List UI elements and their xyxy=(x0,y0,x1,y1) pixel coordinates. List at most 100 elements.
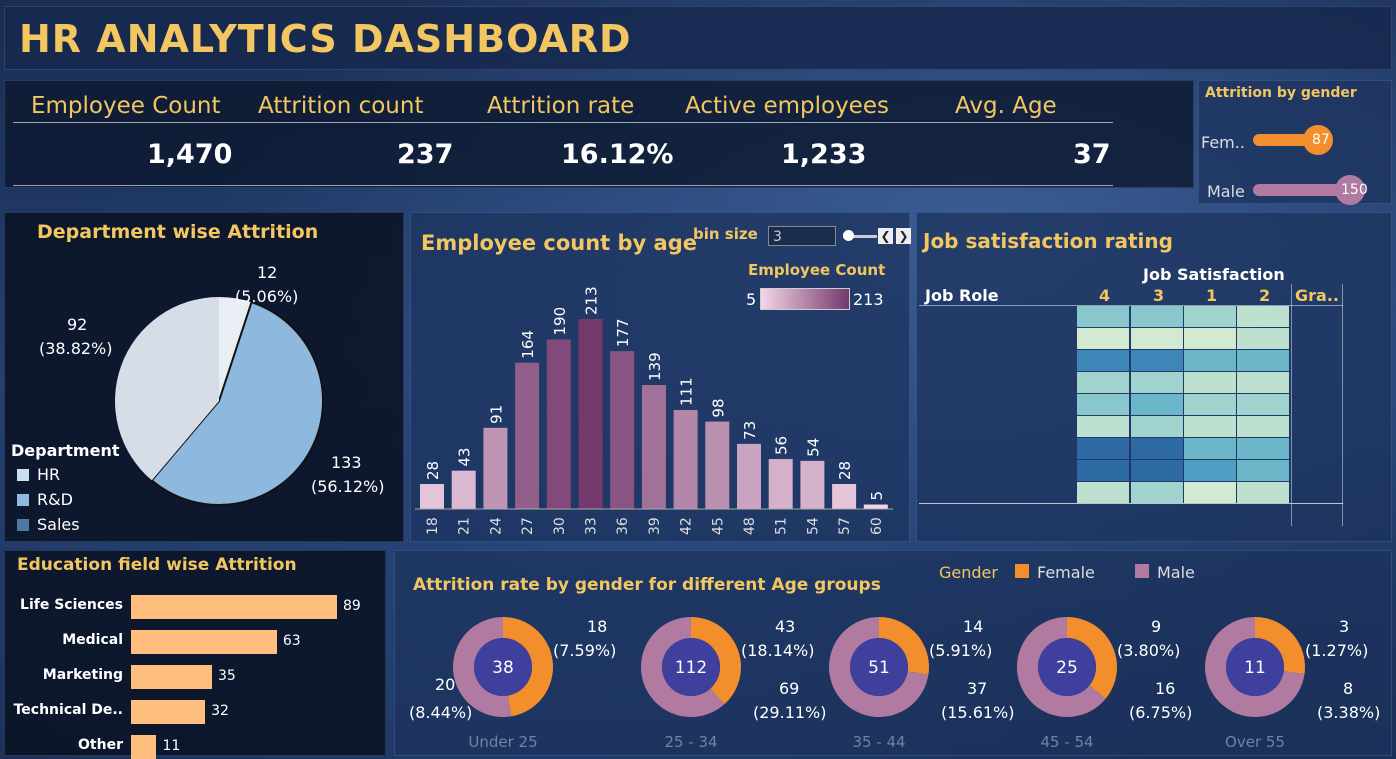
job-heat-cell[interactable] xyxy=(1237,416,1289,437)
job-heat-cell[interactable] xyxy=(1077,482,1129,503)
age-bar[interactable] xyxy=(673,409,698,509)
age-bar[interactable] xyxy=(610,351,635,509)
job-heat-cell[interactable] xyxy=(1077,350,1129,371)
education-bar[interactable] xyxy=(131,735,157,759)
job-heat-cell[interactable] xyxy=(1184,372,1236,393)
age-bar-value-label: 177 xyxy=(614,318,632,347)
donut-female-pct: (1.27%) xyxy=(1305,641,1369,660)
age-bar[interactable] xyxy=(451,470,476,509)
job-heat-cell[interactable] xyxy=(1184,394,1236,415)
gender-age-donut[interactable]: 112 xyxy=(636,612,746,722)
job-col-total: Gra.. xyxy=(1295,286,1339,305)
job-satisfaction-title: Job satisfaction rating xyxy=(923,229,1173,253)
job-heat-cell[interactable] xyxy=(1237,460,1289,481)
job-heat-cell[interactable] xyxy=(1131,394,1183,415)
education-category-label: Other xyxy=(78,737,123,753)
job-heat-cell[interactable] xyxy=(1237,372,1289,393)
gender-age-panel: Attrition rate by gender for different A… xyxy=(394,550,1392,756)
education-bar[interactable] xyxy=(131,665,212,689)
job-heat-cell[interactable] xyxy=(1184,460,1236,481)
job-heat-cell[interactable] xyxy=(1077,416,1129,437)
age-bar[interactable] xyxy=(483,427,508,509)
age-bar[interactable] xyxy=(578,319,603,509)
age-bar[interactable] xyxy=(546,339,571,509)
pie-label-hr-count: 12 xyxy=(257,263,278,282)
job-heat-cell[interactable] xyxy=(1184,482,1236,503)
donut-male-pct: (8.44%) xyxy=(409,703,473,722)
gender-label-male: Male xyxy=(1207,182,1245,201)
job-heat-cell[interactable] xyxy=(1131,372,1183,393)
job-heat-cell[interactable] xyxy=(1237,328,1289,349)
job-heat-cell[interactable] xyxy=(1131,416,1183,437)
gender-value-female: 87 xyxy=(1312,132,1330,148)
job-heat-cell[interactable] xyxy=(1131,438,1183,459)
age-bar[interactable] xyxy=(800,460,825,509)
age-bar-value-label: 28 xyxy=(836,461,854,480)
age-bar-value-label: 190 xyxy=(551,307,569,336)
job-heat-cell[interactable] xyxy=(1237,438,1289,459)
gender-age-donut[interactable]: 25 xyxy=(1012,612,1122,722)
job-heat-cell[interactable] xyxy=(1131,482,1183,503)
pie-label-sales-pct: (38.82%) xyxy=(39,339,113,358)
bin-size-slider-knob[interactable] xyxy=(843,230,854,241)
kpi-divider-bottom xyxy=(13,185,1113,186)
gender-age-donut[interactable]: 11 xyxy=(1200,612,1310,722)
job-heat-cell[interactable] xyxy=(1184,438,1236,459)
job-heat-cell[interactable] xyxy=(1184,350,1236,371)
job-heat-cell[interactable] xyxy=(1237,306,1289,327)
job-heat-cell[interactable] xyxy=(1077,438,1129,459)
job-heat-cell[interactable] xyxy=(1131,350,1183,371)
job-heat-cell[interactable] xyxy=(1131,460,1183,481)
kpi-label-avg-age: Avg. Age xyxy=(955,93,1057,119)
education-category-label: Technical De.. xyxy=(13,702,123,718)
age-bar[interactable] xyxy=(515,362,540,509)
job-heat-cell[interactable] xyxy=(1077,328,1129,349)
education-bar[interactable] xyxy=(131,595,337,619)
job-heat-cell[interactable] xyxy=(1131,306,1183,327)
job-col-2: 2 xyxy=(1259,286,1271,305)
age-bar[interactable] xyxy=(705,421,730,509)
gender-age-donut[interactable]: 51 xyxy=(824,612,934,722)
job-heat-cell[interactable] xyxy=(1077,394,1129,415)
job-table-right-edge xyxy=(1342,284,1343,526)
job-heat-cell[interactable] xyxy=(1237,350,1289,371)
job-heat-cell[interactable] xyxy=(1237,394,1289,415)
age-bar[interactable] xyxy=(737,443,761,509)
job-heat-cell[interactable] xyxy=(1077,372,1129,393)
education-bar[interactable] xyxy=(131,700,206,724)
job-row-header: Job Role xyxy=(925,286,999,305)
age-bar[interactable] xyxy=(768,459,793,509)
job-heat-cell[interactable] xyxy=(1237,482,1289,503)
job-heat-cell[interactable] xyxy=(1077,306,1129,327)
job-heat-cell[interactable] xyxy=(1131,328,1183,349)
education-bar[interactable] xyxy=(131,630,277,654)
donut-female-count: 3 xyxy=(1339,617,1350,636)
bin-increase-button[interactable]: ❯ xyxy=(896,228,911,244)
bin-size-input[interactable]: 3 xyxy=(768,226,836,246)
age-tick-label: 48 xyxy=(742,517,758,535)
bin-decrease-button[interactable]: ❮ xyxy=(878,228,893,244)
age-bar-value-label: 164 xyxy=(519,330,537,359)
kpi-value-attrition-rate: 16.12% xyxy=(561,139,674,170)
education-bar-value: 89 xyxy=(343,598,361,614)
age-bar[interactable] xyxy=(420,484,444,509)
donut-age-group-label: 45 - 54 xyxy=(1040,733,1094,751)
legend-swatch-hr xyxy=(17,469,29,481)
job-heat-cell[interactable] xyxy=(1184,416,1236,437)
age-tick-label: 21 xyxy=(457,517,473,535)
legend-label-sales: Sales xyxy=(37,515,80,534)
age-bar[interactable] xyxy=(641,385,666,509)
job-heat-cell[interactable] xyxy=(1077,460,1129,481)
kpi-value-employee-count: 1,470 xyxy=(147,139,233,170)
gender-age-donuts: 38 18 (7.59%) 20 (8.44%) Under 25 112 43 (18.14%… xyxy=(395,551,1393,757)
age-bar[interactable] xyxy=(863,504,888,509)
age-bar-value-label: 73 xyxy=(741,421,759,440)
age-bar[interactable] xyxy=(832,484,857,509)
education-bar-value: 11 xyxy=(162,738,181,754)
bin-size-label: bin size xyxy=(693,225,758,243)
donut-male-count: 8 xyxy=(1343,679,1354,698)
job-heat-cell[interactable] xyxy=(1184,328,1236,349)
job-heat-cell[interactable] xyxy=(1184,306,1236,327)
legend-swatch-rd xyxy=(17,494,29,506)
age-tick-label: 45 xyxy=(710,517,726,535)
